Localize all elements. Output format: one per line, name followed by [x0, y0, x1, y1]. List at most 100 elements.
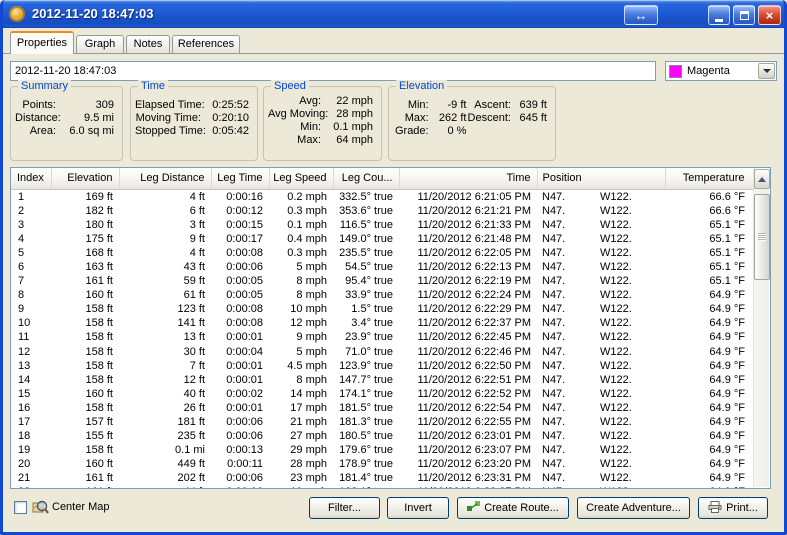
table-row[interactable]: 8160 ft61 ft0:00:058 mph33.9° true11/20/…: [11, 288, 754, 302]
table-row[interactable]: 21161 ft202 ft0:00:0623 mph181.4° true11…: [11, 471, 754, 485]
cell: 8 mph: [269, 373, 333, 387]
vertical-scrollbar[interactable]: [753, 169, 769, 487]
cell: 0.2 mph: [269, 189, 333, 204]
table-row[interactable]: 7161 ft59 ft0:00:058 mph95.4° true11/20/…: [11, 274, 754, 288]
cell-position: N47.W122.: [537, 302, 665, 316]
cell-temperature: 66.6 °F: [665, 204, 754, 218]
cell: 6: [11, 260, 51, 274]
cell-position: N47.W122.: [537, 429, 665, 443]
table-row[interactable]: 14158 ft12 ft0:00:018 mph147.7° true11/2…: [11, 373, 754, 387]
center-map-checkbox[interactable]: [14, 501, 27, 514]
cell: 449 ft: [119, 457, 211, 471]
cell: 71.0° true: [333, 345, 399, 359]
cell: 0:00:05: [211, 274, 269, 288]
attach-window-button[interactable]: ↔: [624, 5, 658, 25]
cell: 10: [11, 316, 51, 330]
cell: 11/20/2012 6:22:51 PM: [399, 373, 537, 387]
cell: 0:00:13: [211, 443, 269, 457]
cell: 0.1 mph: [269, 218, 333, 232]
column-header-position[interactable]: Position: [537, 168, 665, 189]
cell: 11/20/2012 6:22:50 PM: [399, 359, 537, 373]
cell: 11/20/2012 6:21:48 PM: [399, 232, 537, 246]
cell-temperature: 64.9 °F: [665, 471, 754, 485]
cell-position: N47.W122.: [537, 316, 665, 330]
title-bar[interactable]: 2012-11-20 18:47:03 ↔ ×: [0, 0, 787, 28]
table-row[interactable]: 15160 ft40 ft0:00:0214 mph174.1° true11/…: [11, 387, 754, 401]
track-name-input[interactable]: [10, 61, 656, 81]
cell: 4: [11, 232, 51, 246]
column-header-leg-time[interactable]: Leg Time: [211, 168, 269, 189]
cell: 6 ft: [119, 204, 211, 218]
cell: 158 ft: [51, 359, 119, 373]
close-button[interactable]: ×: [758, 5, 781, 25]
cell: 175 ft: [51, 232, 119, 246]
cell: 40 ft: [119, 387, 211, 401]
invert-button[interactable]: Invert: [387, 497, 449, 519]
trackpoint-table: IndexElevationLeg DistanceLeg TimeLeg Sp…: [10, 167, 771, 489]
table-row[interactable]: 13158 ft7 ft0:00:014.5 mph123.9° true11/…: [11, 359, 754, 373]
cell: 179.6° true: [333, 443, 399, 457]
cell: 163 ft: [51, 260, 119, 274]
create-adventure-button[interactable]: Create Adventure...: [577, 497, 690, 519]
table-row[interactable]: 16158 ft26 ft0:00:0117 mph181.5° true11/…: [11, 401, 754, 415]
table-row[interactable]: 20160 ft449 ft0:00:1128 mph178.9° true11…: [11, 457, 754, 471]
color-select-dropdown-button[interactable]: [758, 63, 775, 79]
tab-graph[interactable]: Graph: [76, 35, 124, 53]
minimize-button[interactable]: [708, 5, 730, 25]
table-row[interactable]: 10158 ft141 ft0:00:0812 mph3.4° true11/2…: [11, 316, 754, 330]
column-header-time[interactable]: Time: [399, 168, 537, 189]
table-row[interactable]: 4175 ft9 ft0:00:170.4 mph149.0° true11/2…: [11, 232, 754, 246]
cell-position: N47.W122.: [537, 189, 665, 204]
print-button[interactable]: Print...: [698, 497, 768, 519]
table-row[interactable]: 2182 ft6 ft0:00:120.3 mph353.6° true11/2…: [11, 204, 754, 218]
horizontal-arrows-icon: ↔: [635, 8, 648, 23]
cell: 182.1° true: [333, 485, 399, 489]
column-header-index[interactable]: Index: [11, 168, 51, 189]
cell: 11/20/2012 6:22:19 PM: [399, 274, 537, 288]
cell: 0:00:06: [211, 415, 269, 429]
table-row[interactable]: 22161 ft44 ft0:00:0619 mph182.1° true11/…: [11, 485, 754, 489]
cell: 0:00:17: [211, 232, 269, 246]
cell: 19: [11, 443, 51, 457]
cell: 4 ft: [119, 246, 211, 260]
table-row[interactable]: 17157 ft181 ft0:00:0621 mph181.3° true11…: [11, 415, 754, 429]
maximize-button[interactable]: [733, 5, 755, 25]
column-header-temperature[interactable]: Temperature: [665, 168, 754, 189]
cell: 182 ft: [51, 204, 119, 218]
column-header-leg-speed[interactable]: Leg Speed: [269, 168, 333, 189]
cell: 11/20/2012 6:22:05 PM: [399, 246, 537, 260]
cell: 11/20/2012 6:23:37 PM: [399, 485, 537, 489]
cell-temperature: 64.9 °F: [665, 302, 754, 316]
table-row[interactable]: 19158 ft0.1 mi0:00:1329 mph179.6° true11…: [11, 443, 754, 457]
scrollbar-up-button[interactable]: [754, 169, 770, 189]
scrollbar-thumb[interactable]: [754, 194, 770, 280]
column-header-elevation[interactable]: Elevation: [51, 168, 119, 189]
column-header-leg-distance[interactable]: Leg Distance: [119, 168, 211, 189]
table-row[interactable]: 11158 ft13 ft0:00:019 mph23.9° true11/20…: [11, 330, 754, 344]
cell-temperature: 65.1 °F: [665, 274, 754, 288]
table-row[interactable]: 9158 ft123 ft0:00:0810 mph1.5° true11/20…: [11, 302, 754, 316]
cell: 235 ft: [119, 429, 211, 443]
filter-button[interactable]: Filter...: [309, 497, 380, 519]
table-row[interactable]: 12158 ft30 ft0:00:045 mph71.0° true11/20…: [11, 345, 754, 359]
tab-strip-baseline: [3, 53, 784, 54]
table-row[interactable]: 18155 ft235 ft0:00:0627 mph180.5° true11…: [11, 429, 754, 443]
tab-references[interactable]: References: [172, 35, 240, 53]
cell: 43 ft: [119, 260, 211, 274]
elevation-grade-value: 0 %: [433, 125, 467, 138]
table-row[interactable]: 3180 ft3 ft0:00:150.1 mph116.5° true11/2…: [11, 218, 754, 232]
table-row[interactable]: 5168 ft4 ft0:00:080.3 mph235.5° true11/2…: [11, 246, 754, 260]
cell: 11/20/2012 6:23:01 PM: [399, 429, 537, 443]
column-header-leg-cou[interactable]: Leg Cou...: [333, 168, 399, 189]
tab-properties[interactable]: Properties: [10, 31, 74, 54]
cell: 9: [11, 302, 51, 316]
color-select[interactable]: Magenta: [665, 61, 777, 81]
table-row[interactable]: 1169 ft4 ft0:00:160.2 mph332.5° true11/2…: [11, 189, 754, 204]
cell: 27 mph: [269, 429, 333, 443]
scrollbar-grip-icon: [758, 233, 766, 241]
table-row[interactable]: 6163 ft43 ft0:00:065 mph54.5° true11/20/…: [11, 260, 754, 274]
create-route-button[interactable]: Create Route...: [457, 497, 569, 519]
cell-position: N47.W122.: [537, 457, 665, 471]
tab-notes[interactable]: Notes: [126, 35, 170, 53]
cell-temperature: 64.9 °F: [665, 373, 754, 387]
